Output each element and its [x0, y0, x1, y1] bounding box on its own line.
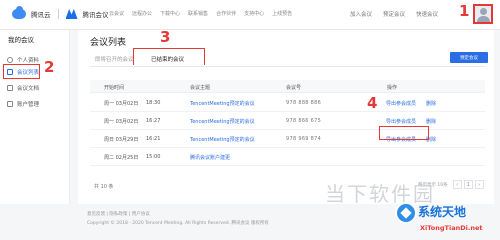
brand-cloud-label: 腾讯云	[31, 11, 51, 19]
tencent-meeting-logo	[65, 9, 78, 19]
user-avatar[interactable]	[473, 4, 493, 24]
column-actions: 操作	[387, 85, 398, 91]
callout-4: 4	[367, 94, 378, 112]
nav-link-sales[interactable]: 联系销售	[188, 10, 208, 17]
delete-link[interactable]: 删除	[426, 118, 436, 125]
tab-upcoming[interactable]: 即将召开的会议	[95, 55, 134, 63]
row-date: 周一 03月02日	[104, 101, 139, 107]
schedule-meeting-link[interactable]: 预定会议	[383, 10, 405, 18]
sidebar-item-account[interactable]: 账户管理	[3, 98, 67, 109]
row-date: 周日 03月29日	[104, 137, 139, 143]
page-title: 会议列表	[90, 38, 127, 48]
row-topic-link[interactable]: TencentMeeting预定的会议	[190, 136, 255, 143]
nav-link-support[interactable]: 支持中心	[244, 10, 264, 17]
callout-1: 1	[459, 2, 470, 20]
person-icon	[7, 56, 13, 63]
row-topic-link[interactable]: TencentMeeting预定的会议	[190, 118, 255, 125]
table-row: 周二 02月25日 15:00 腾讯会议账户建更	[90, 148, 485, 166]
row-meeting-id: 978 969 874	[286, 136, 322, 142]
watermark-logo-icon	[395, 202, 417, 224]
row-meeting-id: 978 866 675	[286, 118, 322, 124]
schedule-meeting-button[interactable]: 预定会议	[450, 52, 488, 63]
total-count: 共 10 条	[94, 184, 114, 190]
sidebar-title: 我的会议	[8, 36, 34, 44]
sidebar-item-label: 会议文档	[17, 85, 40, 92]
delete-link[interactable]: 删除	[426, 100, 436, 107]
sidebar-item-label: 账户管理	[17, 101, 40, 108]
account-icon	[7, 100, 13, 107]
nav-actions: 加入会议 预定会议 快速会议	[350, 10, 449, 18]
row-topic-link[interactable]: TencentMeeting预定的会议	[190, 100, 255, 107]
watermark-url: XiTongTianDi.net	[420, 224, 483, 232]
nav-links: 云会议 远程办公 下载中心 联系销售 合作伙伴 支持中心 上线预告	[109, 10, 300, 17]
tencent-cloud-logo	[12, 6, 26, 19]
table-row: 周一 03月02日 18:30 TencentMeeting预定的会议 978 …	[90, 94, 485, 112]
footer-copyright: Copyright © 2018 - 2020 Tencent Meeting.…	[87, 221, 269, 226]
nav-link-remote-office[interactable]: 远程办公	[132, 10, 152, 17]
row-time: 16:27	[146, 118, 161, 124]
highlight-box-tab	[133, 48, 205, 65]
row-meeting-id: 978 888 886	[286, 100, 322, 106]
sidebar: 我的会议 个人资料 会议列表 会议文档 账户管理	[0, 30, 70, 204]
row-time: 18:30	[146, 100, 161, 106]
next-page-button[interactable]: ›	[474, 180, 484, 189]
export-attendees-link[interactable]: 导出参会成员	[386, 100, 416, 107]
callout-2: 2	[44, 58, 55, 76]
nav-link-download[interactable]: 下载中心	[160, 10, 180, 17]
top-nav: 腾讯云 腾讯会议 云会议 远程办公 下载中心 联系销售 合作伙伴 支持中心 上线…	[0, 0, 500, 30]
row-topic-link[interactable]: 腾讯会议账户建更	[190, 154, 230, 161]
row-date: 周一 03月02日	[104, 119, 139, 125]
highlight-box-export	[379, 126, 429, 140]
export-attendees-link[interactable]: 导出参会成员	[386, 118, 416, 125]
row-time: 15:00	[146, 154, 161, 160]
quick-meeting-link[interactable]: 快速会议	[416, 10, 438, 18]
nav-link-cloud-meeting[interactable]: 云会议	[109, 10, 124, 17]
current-page[interactable]: 1	[463, 180, 473, 189]
callout-3: 3	[160, 28, 171, 46]
document-icon	[7, 84, 13, 91]
brand[interactable]: 腾讯云 腾讯会议	[12, 6, 109, 19]
sidebar-item-documents[interactable]: 会议文档	[3, 82, 67, 93]
row-date: 周二 02月25日	[104, 155, 139, 161]
row-time: 16:21	[146, 136, 161, 142]
sidebar-item-label: 个人资料	[17, 57, 40, 64]
column-topic: 会议主题	[190, 85, 211, 91]
watermark-site-name: 系统天地	[418, 205, 467, 219]
nav-link-partners[interactable]: 合作伙伴	[216, 10, 236, 17]
highlight-box-sidebar	[3, 64, 40, 79]
nav-link-preview[interactable]: 上线预告	[272, 10, 292, 17]
brand-meeting-label: 腾讯会议	[82, 11, 109, 19]
table-header: 开始时间 会议主题 会议号 操作	[90, 80, 485, 93]
column-start-time: 开始时间	[104, 85, 125, 91]
column-meeting-id: 会议号	[286, 85, 302, 91]
brand-divider	[57, 9, 59, 19]
footer-links[interactable]: 意见反馈 | 隐私政策 | 用户协议	[87, 211, 150, 217]
join-meeting-link[interactable]: 加入会议	[350, 10, 372, 18]
prev-page-button[interactable]: ‹	[452, 180, 462, 189]
